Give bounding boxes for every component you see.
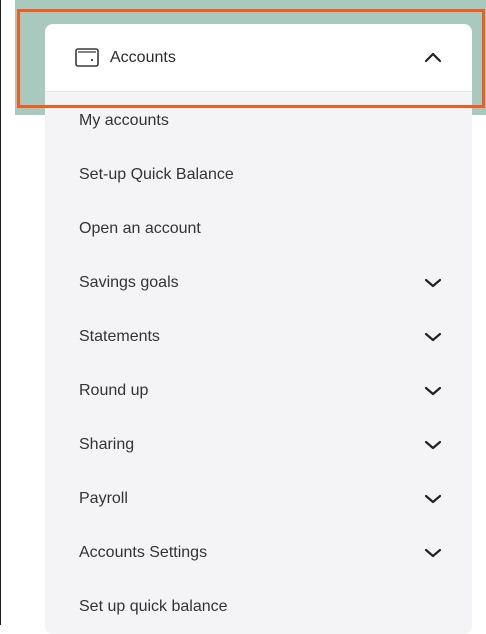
- submenu-item[interactable]: Set up quick balance: [45, 587, 472, 627]
- submenu-item[interactable]: Payroll: [45, 479, 472, 519]
- chevron-down-icon[interactable]: [423, 385, 443, 397]
- wallet-icon: [75, 48, 99, 67]
- chevron-down-icon[interactable]: [423, 331, 443, 343]
- submenu-item-label: My accounts: [79, 112, 169, 129]
- submenu-item-label: Round up: [79, 382, 149, 399]
- accounts-menu-header[interactable]: Accounts: [45, 24, 472, 92]
- submenu-item[interactable]: Accounts Settings: [45, 533, 472, 573]
- submenu-item-label: Sharing: [79, 436, 135, 453]
- chevron-up-icon[interactable]: [423, 50, 443, 64]
- chevron-down-icon[interactable]: [423, 439, 443, 451]
- submenu-item[interactable]: Round up: [45, 371, 472, 411]
- submenu-item[interactable]: Open an account: [45, 209, 472, 249]
- submenu-item-label: Savings goals: [79, 274, 179, 291]
- accounts-menu-title: Accounts: [110, 49, 176, 66]
- submenu-item-label: Open an account: [79, 220, 201, 237]
- submenu-item[interactable]: Statements: [45, 317, 472, 357]
- submenu-item[interactable]: My accounts: [45, 101, 472, 141]
- chevron-down-icon[interactable]: [423, 277, 443, 289]
- chevron-down-icon[interactable]: [423, 493, 443, 505]
- submenu-item-label: Accounts Settings: [79, 544, 208, 561]
- submenu-item-label: Set-up Quick Balance: [79, 166, 234, 183]
- submenu-item[interactable]: Savings goals: [45, 263, 472, 303]
- submenu-item[interactable]: Sharing: [45, 425, 472, 465]
- screenshot-frame: Accounts My accounts Set-up Quick Balance…: [0, 0, 486, 634]
- submenu-item-label: Set up quick balance: [79, 598, 228, 615]
- chevron-down-icon[interactable]: [423, 547, 443, 559]
- submenu-item-label: Payroll: [79, 490, 128, 507]
- submenu-item[interactable]: Set-up Quick Balance: [45, 155, 472, 195]
- submenu-item-label: Statements: [79, 328, 160, 345]
- accounts-menu-panel: Accounts My accounts Set-up Quick Balance…: [45, 24, 472, 634]
